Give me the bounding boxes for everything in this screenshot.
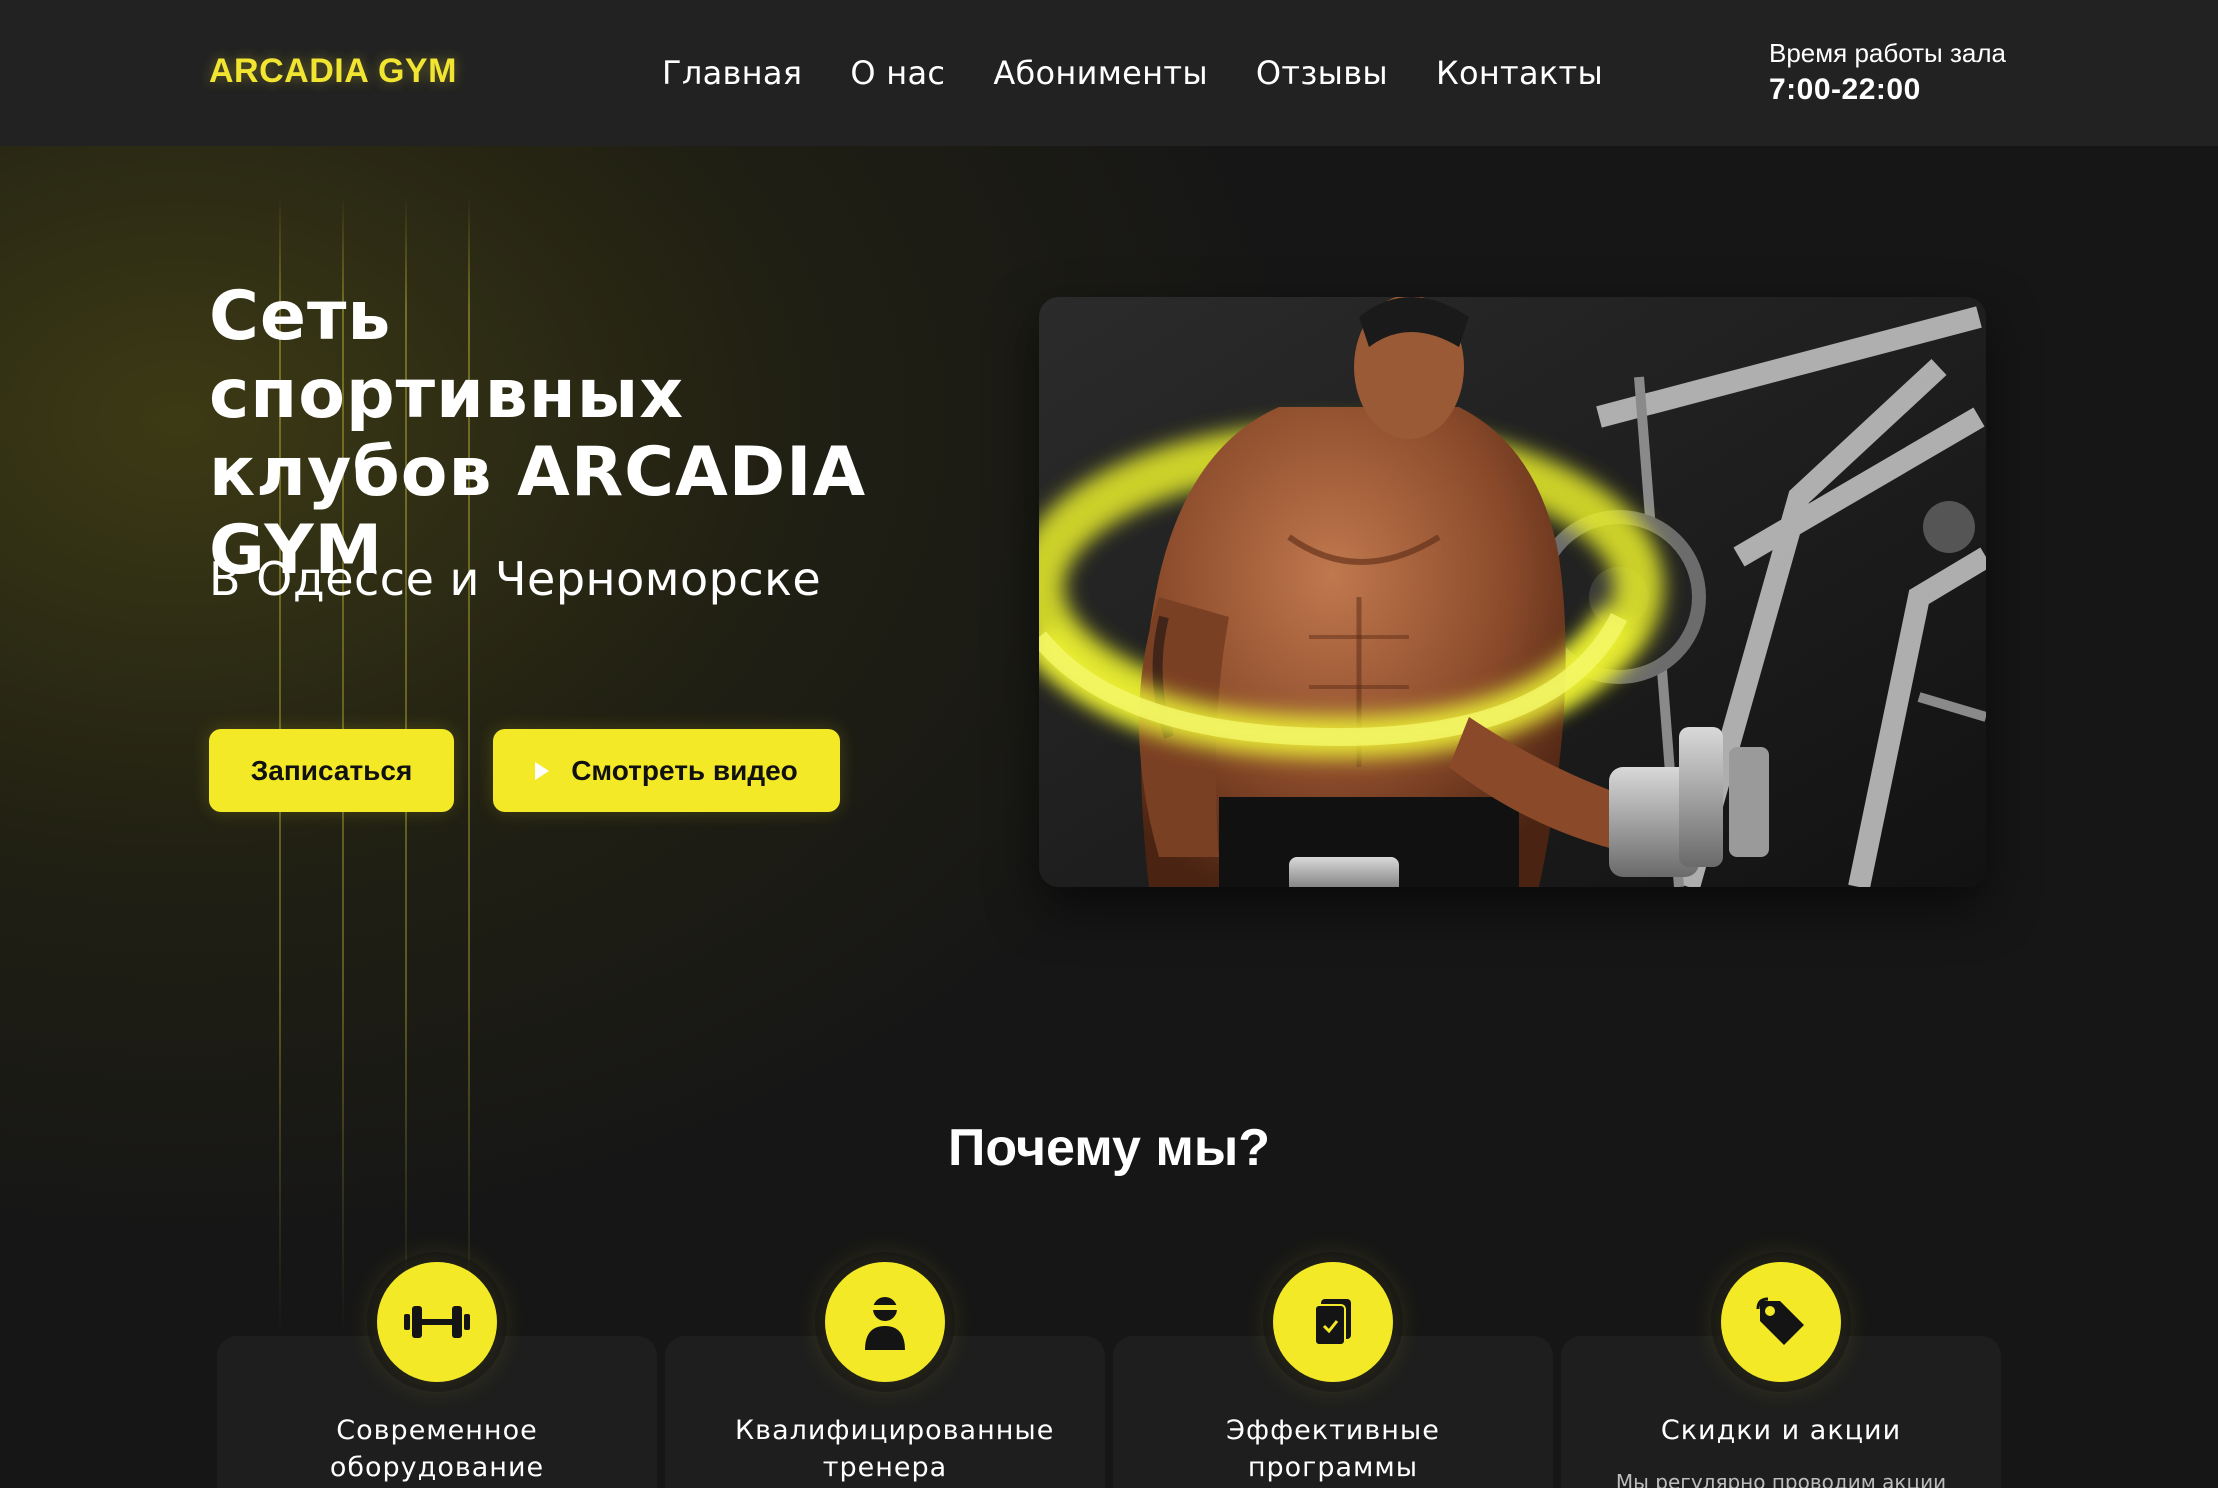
nav-item-memberships[interactable]: Абонименты <box>993 54 1208 92</box>
hero-image <box>1039 297 1986 887</box>
working-hours-value: 7:00-22:00 <box>1769 73 1921 106</box>
signup-button-label: Записаться <box>250 754 413 786</box>
athlete-illustration <box>1039 297 1986 887</box>
discount-tag-icon <box>1721 1262 1841 1382</box>
program-icon <box>1273 1262 1393 1382</box>
signup-button[interactable]: Записаться <box>209 729 454 812</box>
watch-video-button[interactable]: Смотреть видео <box>493 729 840 812</box>
nav-item-about[interactable]: О нас <box>850 54 945 92</box>
trainer-icon <box>825 1262 945 1382</box>
feature-title-trainers: Квалифицированные тренера <box>735 1415 1055 1483</box>
feature-desc-discounts: Мы регулярно проводим акции <box>1615 1470 1947 1488</box>
working-hours-label: Время работы зала <box>1769 38 2006 68</box>
logo[interactable]: ARCADIA GYM <box>209 52 457 91</box>
nav-item-contacts[interactable]: Контакты <box>1436 54 1603 92</box>
play-icon <box>535 761 550 780</box>
nav-item-home[interactable]: Главная <box>662 54 802 92</box>
dumbbell-icon <box>377 1262 497 1382</box>
watch-video-button-label: Смотреть видео <box>571 754 798 786</box>
hero-title: Сеть спортивных клубов ARCADIA GYM <box>209 277 867 590</box>
feature-title-discounts: Скидки и акции <box>1660 1415 1902 1446</box>
working-hours: Время работы зала 7:00-22:00 <box>1769 38 2006 107</box>
section-title-why-us: Почему мы? <box>947 1119 1271 1177</box>
main-nav: Главная О нас Абонименты Отзывы Контакты <box>662 54 1651 92</box>
feature-title-equipment: Современное оборудование <box>329 1415 545 1483</box>
feature-title-programs: Эффективные программы <box>1226 1415 1440 1483</box>
hero-subtitle: В Одессе и Черноморске <box>209 552 822 606</box>
page: ARCADIA GYM Главная О нас Абонименты Отз… <box>0 0 2218 1488</box>
nav-item-reviews[interactable]: Отзывы <box>1256 54 1388 92</box>
top-header: ARCADIA GYM Главная О нас Абонименты Отз… <box>0 0 2218 146</box>
